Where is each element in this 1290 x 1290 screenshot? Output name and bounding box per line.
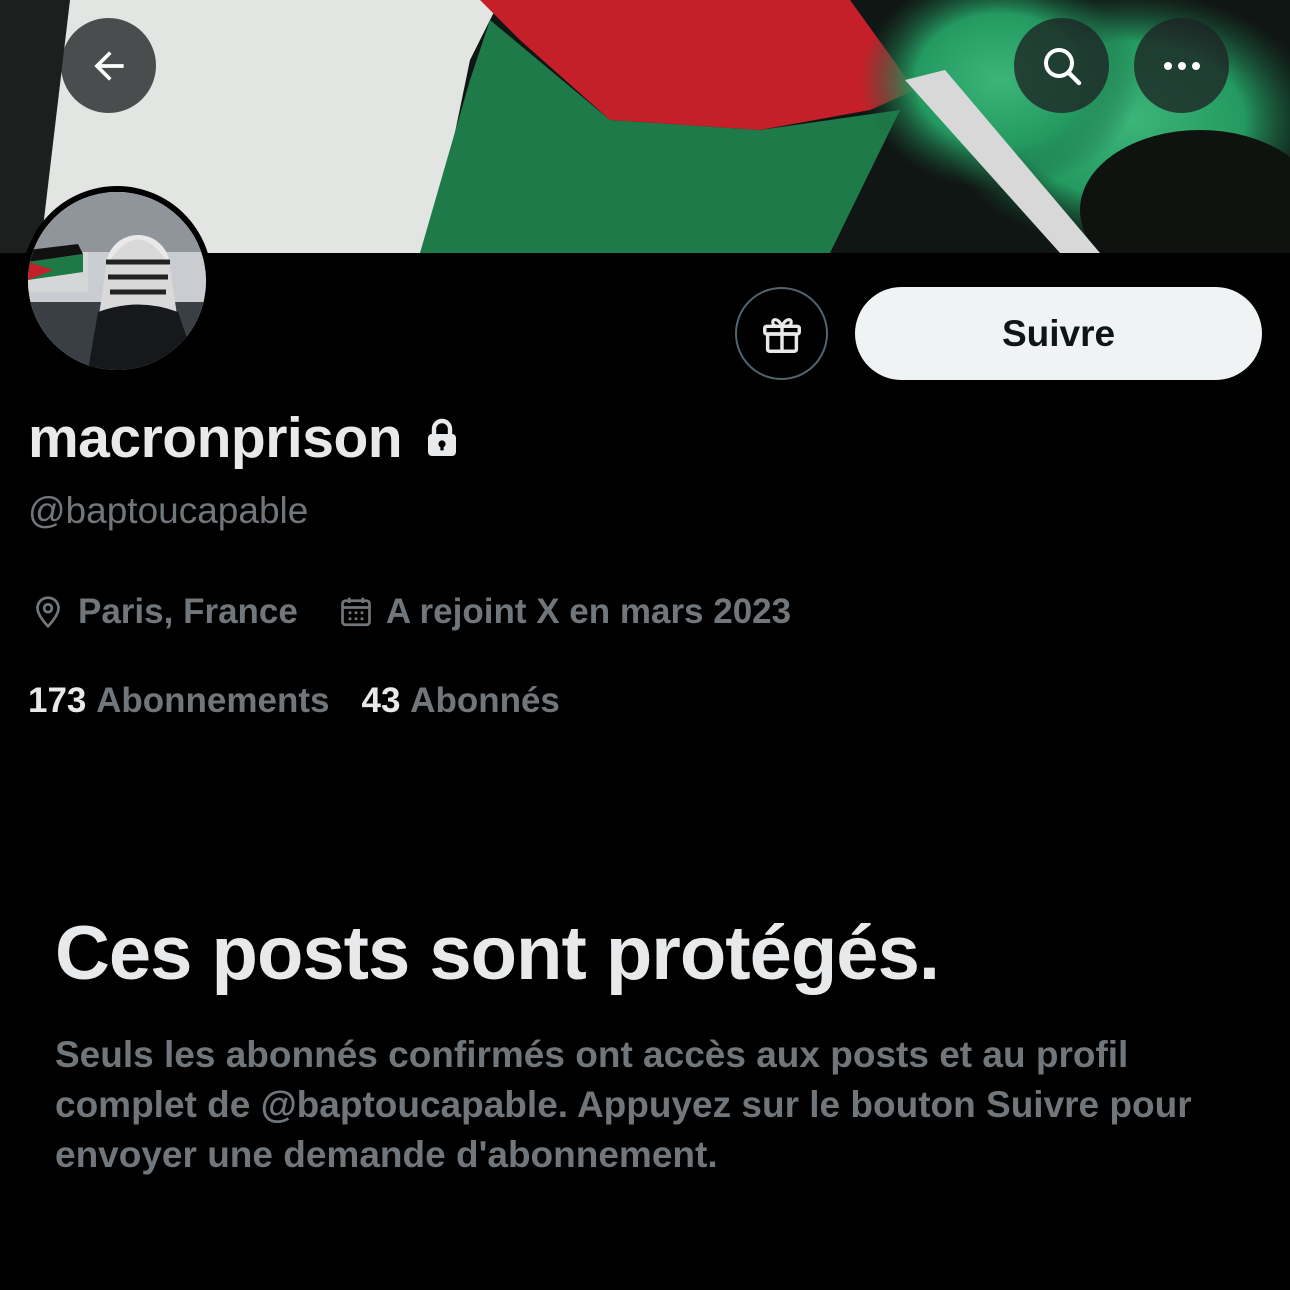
lock-icon xyxy=(428,418,457,456)
calendar-icon xyxy=(340,597,371,627)
protected-description: Seuls les abonnés confirmés ont accès au… xyxy=(55,1034,1192,1175)
gift-icon xyxy=(762,317,801,353)
avatar-image xyxy=(28,192,206,370)
arrow-left-icon xyxy=(93,50,124,81)
avatar[interactable] xyxy=(22,186,212,376)
joined-item: A rejoint X en mars 2023 xyxy=(338,592,791,632)
more-horizontal-icon xyxy=(1163,61,1200,70)
location-pin-icon xyxy=(36,596,60,629)
handle: @baptoucapable xyxy=(28,490,309,531)
search-icon xyxy=(1043,47,1081,85)
following-link[interactable]: 173 Abonnements xyxy=(28,681,330,721)
location-item: Paris, France xyxy=(30,592,298,632)
gift-button[interactable] xyxy=(735,287,828,380)
display-name: macronprison xyxy=(28,406,403,470)
joined-text: A rejoint X en mars 2023 xyxy=(385,592,792,631)
followers-label: Abonnés xyxy=(410,681,560,720)
follow-stats: 173 Abonnements 43 Abonnés xyxy=(28,681,560,721)
search-button[interactable] xyxy=(1014,18,1109,113)
followers-count: 43 xyxy=(361,681,401,720)
followers-link[interactable]: 43 Abonnés xyxy=(362,681,560,721)
protected-title: Ces posts sont protégés. xyxy=(55,911,940,996)
follow-button[interactable]: Suivre xyxy=(855,287,1262,380)
profile-meta: Paris, France A rejoint X en mars 2023 xyxy=(30,592,831,632)
back-button[interactable] xyxy=(61,18,156,113)
display-name-row: macronprison xyxy=(28,405,460,471)
more-button[interactable] xyxy=(1134,18,1229,113)
following-count: 173 xyxy=(28,681,87,720)
location-text: Paris, France xyxy=(78,592,298,631)
following-label: Abonnements xyxy=(96,681,330,720)
